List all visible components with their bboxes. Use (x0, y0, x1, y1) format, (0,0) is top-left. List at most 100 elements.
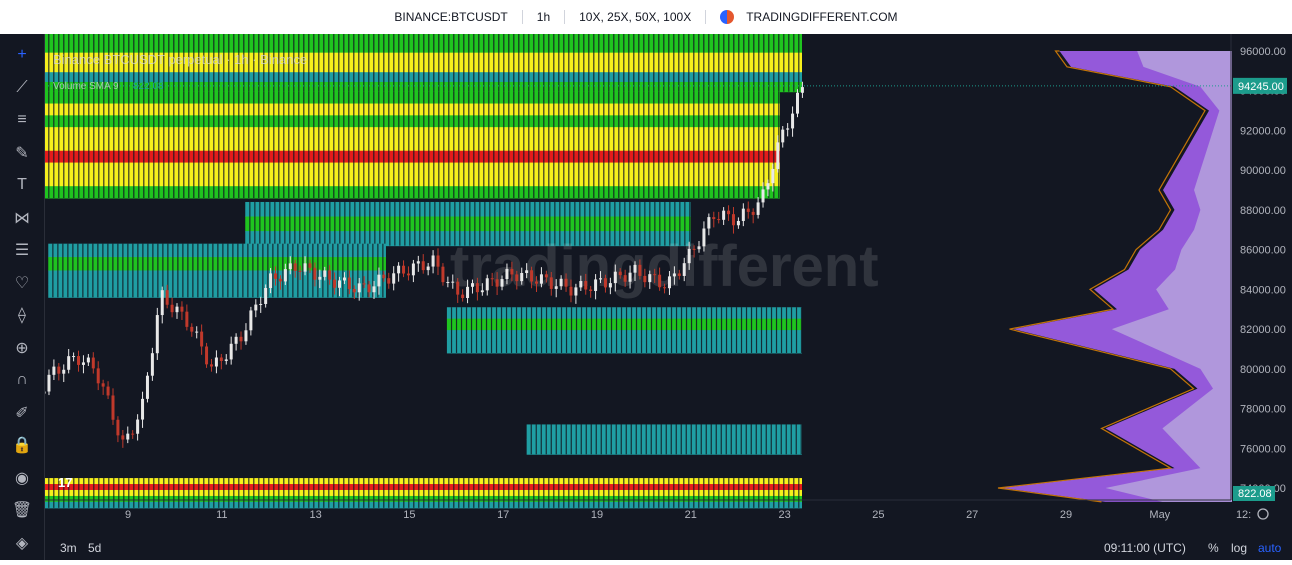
column-gap (713, 91, 715, 198)
ruler-icon[interactable]: ⟠ (8, 302, 36, 328)
brush-icon[interactable]: ✎ (8, 140, 36, 166)
column-gap (153, 91, 155, 198)
column-gap (630, 424, 632, 455)
trash-icon[interactable]: 🗑 (8, 497, 36, 523)
percent-toggle[interactable]: % (1208, 541, 1219, 555)
column-gap (795, 307, 798, 353)
column-gap (353, 91, 355, 198)
candle-body (564, 278, 568, 287)
column-gap (328, 478, 330, 508)
column-gap (348, 33, 350, 92)
column-gap (495, 307, 498, 353)
column-gap (323, 478, 325, 508)
magnet-icon[interactable]: ∩ (8, 367, 36, 393)
column-gap (178, 91, 180, 198)
symbol-label[interactable]: BINANCE:BTCUSDT (394, 10, 507, 24)
candle-body (800, 87, 804, 93)
trendline-icon[interactable]: ⟋ (8, 75, 36, 101)
column-gap (222, 243, 224, 298)
column-gap (404, 201, 406, 246)
interval-label[interactable]: 1h (537, 10, 550, 24)
column-gap (583, 91, 585, 198)
column-gap (618, 33, 620, 92)
column-gap (595, 424, 597, 455)
column-gap (650, 424, 652, 455)
candle-body (534, 281, 538, 284)
column-gap (97, 243, 99, 298)
zoom-icon[interactable]: ⊕ (8, 335, 36, 361)
column-gap (685, 424, 687, 455)
column-gap (278, 478, 280, 508)
candle-body (195, 331, 199, 333)
candle-body (175, 306, 179, 313)
column-gap (182, 243, 184, 298)
column-gap (312, 243, 314, 298)
column-gap (137, 243, 139, 298)
chart-area[interactable]: tradingdifferent Binance BTCUSDT perpetua… (32, 33, 1292, 560)
x-tick-label: 13 (309, 509, 321, 521)
symbol-toolbar: BINANCE:BTCUSDT 1h 10X, 25X, 50X, 100X T… (0, 0, 1292, 34)
eye-icon[interactable]: ◉ (8, 465, 36, 491)
column-gap (57, 243, 59, 298)
column-gap (473, 478, 475, 508)
column-gap (553, 91, 555, 198)
column-gap (793, 478, 795, 508)
column-gap (158, 478, 160, 508)
column-gap (463, 91, 465, 198)
pattern-icon[interactable]: ⋈ (8, 205, 36, 231)
candle-body (288, 263, 292, 270)
column-gap (313, 478, 315, 508)
column-gap (349, 201, 351, 246)
heart-icon[interactable]: ♡ (8, 270, 36, 296)
column-gap (128, 91, 130, 198)
range-5d-button[interactable]: 5d (88, 541, 101, 555)
range-3m-button[interactable]: 3m (60, 541, 77, 555)
column-gap (293, 91, 295, 198)
column-gap (635, 307, 638, 353)
column-gap (698, 91, 700, 198)
column-gap (483, 478, 485, 508)
column-gap (264, 201, 266, 246)
column-gap (329, 201, 331, 246)
column-gap (488, 91, 490, 198)
log-toggle[interactable]: log (1231, 541, 1247, 555)
forecast-icon[interactable]: ☰ (8, 237, 36, 263)
column-gap (518, 478, 520, 508)
lock-icon[interactable]: 🔒 (8, 432, 36, 458)
column-gap (633, 91, 635, 198)
layers-icon[interactable]: ◈ (8, 530, 36, 556)
column-gap (413, 33, 415, 92)
candle-body (47, 374, 51, 392)
column-gap (363, 33, 365, 92)
chart-svg[interactable]: tradingdifferentBinance BTCUSDT perpetua… (32, 33, 1292, 560)
fib-icon[interactable]: ≡ (8, 107, 36, 133)
column-gap (277, 243, 279, 298)
column-gap (548, 33, 550, 92)
candle-body (421, 261, 425, 271)
column-gap (743, 478, 745, 508)
text-icon[interactable]: T (8, 172, 36, 198)
column-gap (343, 33, 345, 92)
column-gap (317, 243, 319, 298)
candle-body (259, 303, 263, 305)
column-gap (158, 91, 160, 198)
candle-body (663, 287, 667, 289)
column-gap (483, 33, 485, 92)
bottom-bar: 3m 5d 09:11:00 (UTC) % log auto (45, 536, 1292, 560)
lock-draw-icon[interactable]: ✐ (8, 400, 36, 426)
column-gap (528, 91, 530, 198)
column-gap (718, 91, 720, 198)
column-gap (475, 307, 478, 353)
column-gap (468, 91, 470, 198)
column-gap (520, 307, 523, 353)
crosshair-icon[interactable]: + (8, 42, 36, 68)
column-gap (173, 91, 175, 198)
column-gap (555, 307, 558, 353)
column-gap (603, 33, 605, 92)
column-gap (233, 478, 235, 508)
auto-toggle[interactable]: auto (1258, 541, 1281, 555)
column-gap (598, 478, 600, 508)
column-gap (77, 243, 79, 298)
column-gap (398, 33, 400, 92)
column-gap (197, 243, 199, 298)
